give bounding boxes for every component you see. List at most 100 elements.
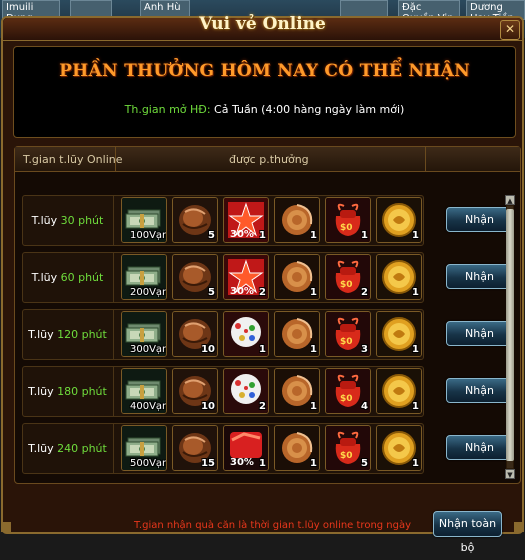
reward-item[interactable]: 5: [172, 197, 218, 243]
claim-button[interactable]: Nhận: [446, 435, 513, 460]
scrollbar[interactable]: ▲ ▼: [505, 195, 515, 479]
item-quantity: 2: [361, 287, 368, 298]
reward-item[interactable]: 10: [172, 311, 218, 357]
reward-item[interactable]: 1: [223, 311, 269, 357]
accumulated-time-label: T.lũy 60 phút: [22, 252, 114, 303]
reward-item[interactable]: 1: [376, 368, 422, 414]
item-quantity: 400Vạn: [130, 401, 167, 412]
reward-row: T.lũy 180 phút 400Vạn 10 2 1 $0 4 1 Nhận: [22, 366, 513, 417]
column-divider: [115, 147, 116, 171]
item-quantity: 4: [361, 401, 368, 412]
item-quantity: 15: [201, 458, 215, 469]
claim-all-button[interactable]: Nhận toàn bộ: [433, 511, 502, 554]
accumulated-time-label: T.lũy 240 phút: [22, 423, 114, 474]
item-quantity: 5: [361, 458, 368, 469]
item-quantity: 1: [412, 287, 419, 298]
svg-text:$0: $0: [340, 337, 353, 347]
scroll-thumb[interactable]: [506, 209, 514, 461]
column-divider: [425, 147, 426, 171]
reward-item[interactable]: 30% 1: [223, 425, 269, 471]
item-quantity: 2: [259, 287, 266, 298]
item-quantity: 1: [361, 230, 368, 241]
reward-item[interactable]: $0 4: [325, 368, 371, 414]
reward-item[interactable]: 1: [376, 311, 422, 357]
item-quantity: 10: [201, 401, 215, 412]
time-prefix: T.lũy: [31, 271, 61, 284]
reward-row: T.lũy 30 phút 100Vạn 5 30% 1 1 $0 1 1 Nhận: [22, 195, 513, 246]
reward-heading: PHẦN THƯỞNG HÔM NAY CÓ THỂ NHẬN: [59, 61, 470, 81]
svg-text:30%: 30%: [230, 229, 254, 240]
item-quantity: 10: [201, 344, 215, 355]
item-quantity: 1: [259, 458, 266, 469]
item-quantity: 3: [361, 344, 368, 355]
reward-item[interactable]: $0 5: [325, 425, 371, 471]
reward-item[interactable]: 1: [376, 425, 422, 471]
reward-item[interactable]: 30% 1: [223, 197, 269, 243]
reward-row: T.lũy 120 phút 300Vạn 10 1 1 $0 3 1 Nhận: [22, 309, 513, 360]
item-quantity: 2: [259, 401, 266, 412]
time-minutes: 240 phút: [57, 442, 107, 455]
reward-item[interactable]: 1: [274, 311, 320, 357]
reward-item[interactable]: 1: [274, 368, 320, 414]
reward-table: T.gian t.lũy Online được p.thưởng T.lũy …: [14, 146, 521, 484]
time-minutes: 120 phút: [57, 328, 107, 341]
reward-item[interactable]: 30% 2: [223, 254, 269, 300]
reward-item[interactable]: 5: [172, 254, 218, 300]
title-bar[interactable]: Vui vẻ Online ✕: [3, 14, 522, 41]
scroll-up-arrow-icon[interactable]: ▲: [505, 195, 515, 205]
column-online-time: T.gian t.lũy Online: [23, 153, 123, 166]
item-quantity: 100Vạn: [130, 230, 167, 241]
reward-item[interactable]: 1: [274, 197, 320, 243]
claim-button[interactable]: Nhận: [446, 321, 513, 346]
svg-text:30%: 30%: [230, 286, 254, 297]
reward-item[interactable]: 1: [376, 197, 422, 243]
reward-header: PHẦN THƯỞNG HÔM NAY CÓ THỂ NHẬN Th.gian …: [13, 46, 516, 138]
item-quantity: 1: [412, 344, 419, 355]
item-quantity: 1: [310, 287, 317, 298]
claim-button[interactable]: Nhận: [446, 378, 513, 403]
open-time-value: Cả Tuần (4:00 hàng ngày làm mới): [214, 103, 405, 116]
open-time: Th.gian mở HĐ: Cả Tuần (4:00 hàng ngày l…: [14, 103, 515, 116]
accumulated-time-label: T.lũy 30 phút: [22, 195, 114, 246]
item-quantity: 1: [412, 401, 419, 412]
column-reward: được p.thưởng: [229, 153, 309, 166]
item-quantity: 1: [412, 458, 419, 469]
reward-item[interactable]: 300Vạn: [121, 311, 167, 357]
item-quantity: 1: [310, 230, 317, 241]
reward-item[interactable]: 15: [172, 425, 218, 471]
window-title: Vui vẻ Online: [199, 14, 326, 34]
claim-button[interactable]: Nhận: [446, 264, 513, 289]
item-quantity: 500Vạn: [130, 458, 167, 469]
item-quantity: 5: [208, 230, 215, 241]
reward-item[interactable]: $0 1: [325, 197, 371, 243]
corner-ornament: [514, 522, 524, 532]
reward-item[interactable]: 100Vạn: [121, 197, 167, 243]
reward-item[interactable]: 500Vạn: [121, 425, 167, 471]
time-prefix: T.lũy: [28, 442, 58, 455]
reward-item[interactable]: 1: [274, 425, 320, 471]
reward-item[interactable]: 2: [223, 368, 269, 414]
reward-item[interactable]: $0 3: [325, 311, 371, 357]
svg-text:$0: $0: [340, 451, 353, 461]
online-reward-window: Vui vẻ Online ✕ PHẦN THƯỞNG HÔM NAY CÓ T…: [1, 14, 524, 554]
footer-note: T.gian nhận quà căn là thời gian t.lũy o…: [134, 520, 412, 531]
scroll-down-arrow-icon[interactable]: ▼: [505, 469, 515, 479]
item-quantity: 200Vạn: [130, 287, 167, 298]
reward-item[interactable]: 1: [274, 254, 320, 300]
reward-item[interactable]: 200Vạn: [121, 254, 167, 300]
reward-item[interactable]: 1: [376, 254, 422, 300]
reward-item[interactable]: 400Vạn: [121, 368, 167, 414]
time-prefix: T.lũy: [31, 214, 61, 227]
time-prefix: T.lũy: [28, 328, 58, 341]
svg-text:$0: $0: [340, 223, 353, 233]
accumulated-time-label: T.lũy 120 phút: [22, 309, 114, 360]
reward-item[interactable]: 10: [172, 368, 218, 414]
claim-button[interactable]: Nhận: [446, 207, 513, 232]
item-quantity: 300Vạn: [130, 344, 167, 355]
reward-item[interactable]: $0 2: [325, 254, 371, 300]
time-minutes: 30 phút: [60, 214, 104, 227]
item-quantity: 1: [259, 344, 266, 355]
close-button[interactable]: ✕: [500, 20, 520, 40]
item-quantity: 1: [310, 401, 317, 412]
time-minutes: 60 phút: [60, 271, 104, 284]
